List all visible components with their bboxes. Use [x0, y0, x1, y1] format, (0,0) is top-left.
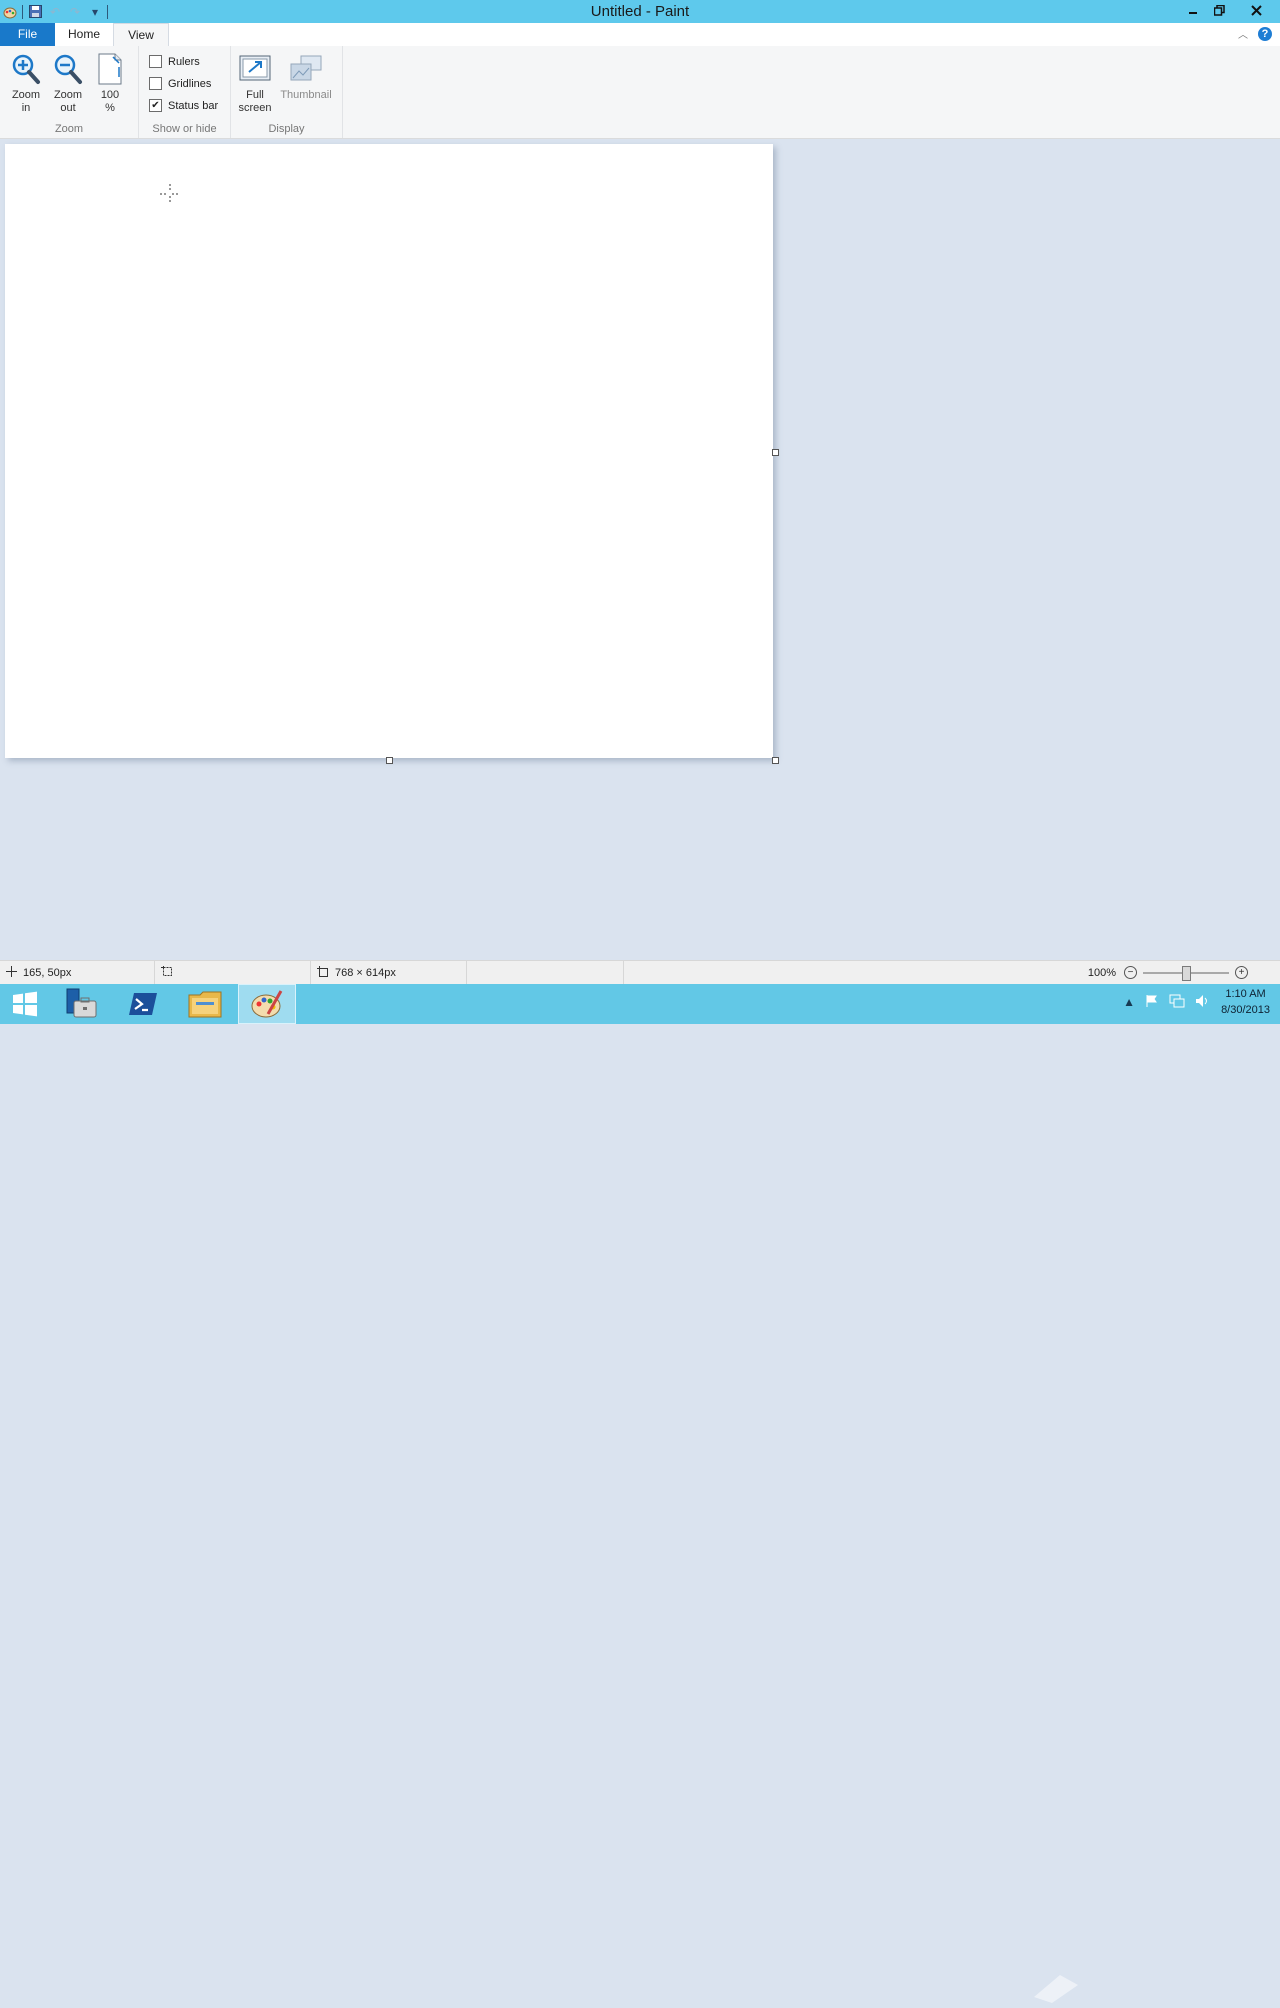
- canvas-resize-handle-corner[interactable]: [772, 757, 779, 764]
- ribbon-right-controls: ︿ ?: [1238, 26, 1272, 41]
- gridlines-checkbox-row[interactable]: Gridlines: [149, 77, 211, 90]
- file-size-cell: [467, 961, 624, 984]
- file-explorer-button[interactable]: [176, 984, 234, 1024]
- zoom-out-button[interactable]: Zoom out: [48, 52, 88, 115]
- powershell-icon: [129, 993, 157, 1015]
- zoom-in-label-2: in: [21, 102, 31, 114]
- close-button[interactable]: [1233, 0, 1280, 20]
- save-icon[interactable]: [25, 2, 45, 22]
- full-screen-label-1: Full: [246, 89, 264, 101]
- thumbnail-icon: [279, 52, 333, 86]
- cursor-position-cell: 165, 50px: [0, 961, 155, 984]
- qat-separator: [107, 4, 108, 19]
- status-bar: 165, 50px 768 × 614px 100% − +: [0, 960, 1280, 984]
- minimize-ribbon-icon[interactable]: ︿: [1238, 26, 1248, 41]
- minimize-button[interactable]: [1179, 0, 1206, 20]
- status-bar-label: Status bar: [168, 99, 219, 112]
- zoom-slider-thumb[interactable]: [1182, 965, 1191, 981]
- undo-icon[interactable]: ↶: [45, 2, 65, 22]
- qat-separator: [22, 4, 23, 19]
- window-controls: [1179, 0, 1280, 21]
- image-size-value: 768 × 614px: [335, 966, 396, 979]
- zoom-slider[interactable]: [1143, 965, 1229, 981]
- zoom-out-label-2: out: [60, 102, 76, 114]
- zoom-100-label-2: %: [105, 102, 115, 114]
- zoom-100-label-1: 100: [100, 89, 120, 101]
- full-screen-icon: [235, 52, 275, 86]
- zoom-in-label-1: Zoom: [11, 89, 41, 101]
- customize-qat-icon[interactable]: ▾: [85, 2, 105, 22]
- canvas-resize-handle-bottom[interactable]: [386, 757, 393, 764]
- display-group: Full screen Thumbnail Display: [231, 46, 343, 138]
- window-title: Untitled - Paint: [590, 3, 690, 20]
- drawing-canvas[interactable]: [5, 144, 773, 758]
- paint-icon: [251, 990, 283, 1018]
- zoom-group-label: Zoom: [54, 123, 84, 135]
- rulers-checkbox-row[interactable]: Rulers: [149, 55, 200, 68]
- gridlines-checkbox[interactable]: [149, 77, 162, 90]
- watermark-icon: [1030, 1968, 1270, 2008]
- network-icon[interactable]: [1169, 994, 1185, 1011]
- clock-date: 8/30/2013: [1221, 1004, 1270, 1016]
- action-center-flag-icon[interactable]: [1145, 994, 1159, 1011]
- status-bar-checkbox-row[interactable]: ✔ Status bar: [149, 99, 218, 112]
- canvas-resize-handle-right[interactable]: [772, 449, 779, 456]
- selection-size-icon: [161, 965, 173, 980]
- tab-home[interactable]: Home: [55, 23, 113, 46]
- tab-view[interactable]: View: [113, 23, 169, 48]
- restore-button[interactable]: [1206, 0, 1233, 20]
- ribbon-panel: Zoom in Zoom out 100 % Zoom Rulers Gridl…: [0, 46, 1280, 139]
- title-bar: ↶ ↷ ▾ Untitled - Paint: [0, 0, 1280, 23]
- taskbar: ▲ 1:10 AM 8/30/2013: [0, 984, 1280, 2003]
- start-button[interactable]: [0, 984, 50, 1024]
- server-manager-button[interactable]: [52, 984, 110, 1024]
- zoom-100-button[interactable]: 100 %: [90, 52, 130, 115]
- redo-icon[interactable]: ↷: [65, 2, 85, 22]
- file-explorer-icon: [188, 991, 222, 1018]
- crosshair-cursor-icon: [160, 184, 180, 204]
- tab-file[interactable]: File: [0, 23, 55, 46]
- zoom-controls: 100% − +: [1080, 961, 1280, 984]
- actual-size-icon: [90, 52, 130, 86]
- zoom-in-icon: [6, 52, 46, 86]
- rulers-checkbox[interactable]: [149, 55, 162, 68]
- cursor-position-value: 165, 50px: [23, 966, 72, 979]
- show-hidden-icons-icon[interactable]: ▲: [1123, 995, 1135, 1009]
- image-size-icon: [317, 965, 329, 980]
- zoom-in-small-icon[interactable]: +: [1235, 966, 1248, 979]
- system-tray: ▲ 1:10 AM 8/30/2013: [1123, 986, 1270, 1018]
- quick-access-toolbar: ↶ ↷ ▾: [0, 0, 110, 23]
- clock-time: 1:10 AM: [1225, 988, 1266, 1000]
- rulers-label: Rulers: [168, 55, 200, 68]
- server-manager-icon: [66, 988, 97, 1018]
- full-screen-button[interactable]: Full screen: [235, 52, 275, 115]
- ribbon-tabs: File Home View ︿ ?: [0, 23, 1280, 48]
- zoom-level: 100%: [1087, 966, 1117, 979]
- system-clock[interactable]: 1:10 AM 8/30/2013: [1221, 986, 1270, 1018]
- display-group-label: Display: [268, 123, 305, 135]
- zoom-out-icon: [48, 52, 88, 86]
- selection-size-cell: [155, 961, 311, 984]
- powershell-button[interactable]: [114, 984, 172, 1024]
- gridlines-label: Gridlines: [168, 77, 212, 90]
- cursor-position-icon: [6, 965, 17, 980]
- zoom-out-label-1: Zoom: [53, 89, 83, 101]
- full-screen-label-2: screen: [238, 102, 272, 114]
- thumbnail-label: Thumbnail: [280, 89, 332, 101]
- status-bar-checkbox[interactable]: ✔: [149, 99, 162, 112]
- thumbnail-button[interactable]: Thumbnail: [279, 52, 333, 102]
- help-icon[interactable]: ?: [1258, 26, 1272, 41]
- zoom-out-small-icon[interactable]: −: [1124, 966, 1137, 979]
- zoom-group: Zoom in Zoom out 100 % Zoom: [0, 46, 139, 138]
- paint-app-icon[interactable]: [0, 2, 20, 22]
- volume-icon[interactable]: [1195, 994, 1211, 1011]
- zoom-in-button[interactable]: Zoom in: [6, 52, 46, 115]
- show-hide-group: Rulers Gridlines ✔ Status bar Show or hi…: [139, 46, 231, 138]
- paint-taskbar-button[interactable]: [238, 984, 296, 1024]
- windows-logo-icon: [13, 991, 37, 1017]
- image-size-cell: 768 × 614px: [311, 961, 467, 984]
- show-hide-group-label: Show or hide: [152, 123, 217, 135]
